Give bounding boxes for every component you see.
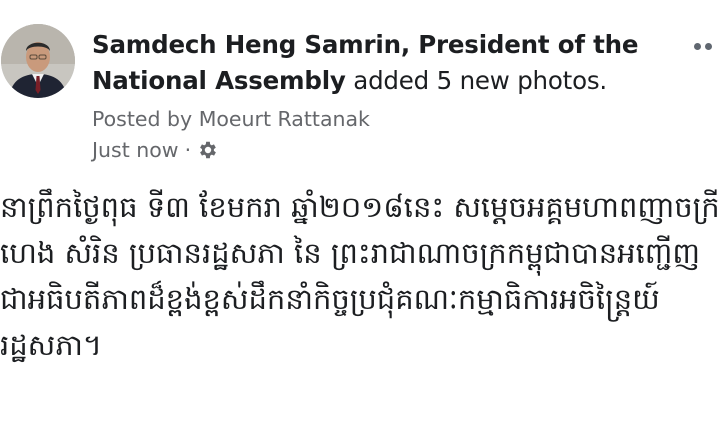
post-body-line: ហេង សំរិន ប្រធានរដ្ឋសភា នៃ ព្រះរាជាណាចក្… (0, 236, 700, 270)
more-dot (694, 43, 701, 50)
facebook-post: Samdech Heng Samrin, President of the Na… (0, 0, 720, 426)
post-action: added 5 new photos. (353, 66, 608, 95)
post-body-line: នាព្រឹកថ្ងៃពុធ ទី៣ ខែមករា ឆ្នាំ២០១៨នេះ ស… (0, 190, 720, 224)
avatar[interactable] (1, 24, 75, 98)
post-header: Samdech Heng Samrin, President of the Na… (92, 27, 682, 164)
gear-icon[interactable] (197, 139, 219, 161)
more-options-icon[interactable] (694, 38, 720, 56)
post-body-line: រដ្ឋសភា។ (0, 328, 102, 362)
posted-by[interactable]: Posted by Moeurt Rattanak (92, 105, 682, 133)
avatar-photo (1, 24, 75, 98)
post-headline: Samdech Heng Samrin, President of the Na… (92, 27, 682, 99)
more-dot (705, 43, 712, 50)
timestamp[interactable]: Just now (92, 136, 179, 164)
meta-separator: · (184, 138, 192, 162)
post-body-line: ជាអធិបតីភាពដ៏ខ្ពង់ខ្ពស់ដឹកនាំកិច្ចប្រជុំ… (0, 282, 660, 316)
post-meta: Just now · (92, 136, 682, 164)
post-body: នាព្រឹកថ្ងៃពុធ ទី៣ ខែមករា ឆ្នាំ២០១៨នេះ ស… (0, 184, 720, 368)
